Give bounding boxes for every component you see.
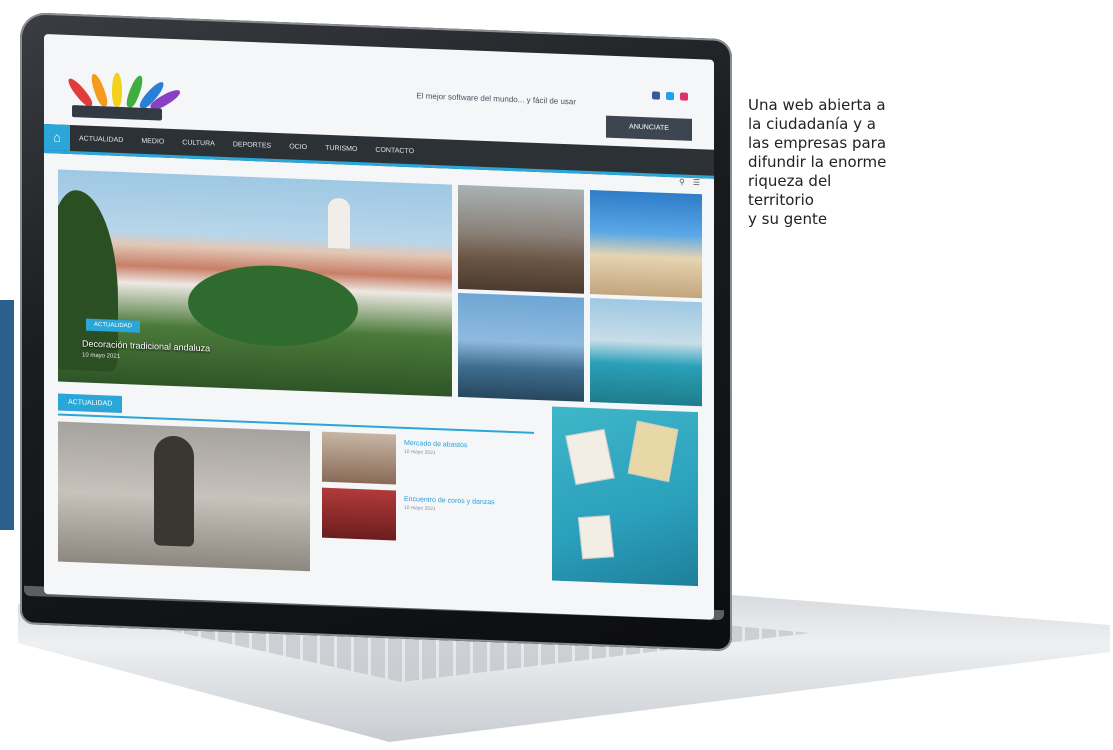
ad-card bbox=[565, 428, 615, 486]
logo-petal bbox=[65, 75, 95, 109]
news-item[interactable]: Encuentro de coros y danzas 10 mayo 2021 bbox=[404, 495, 534, 518]
social-links bbox=[652, 91, 688, 101]
featured-thumb[interactable] bbox=[590, 297, 702, 407]
vintage-photo-article[interactable] bbox=[58, 421, 310, 572]
site-logo[interactable] bbox=[60, 67, 183, 121]
hero-pine bbox=[188, 262, 358, 350]
news-thumb[interactable] bbox=[322, 431, 396, 485]
news-item[interactable]: Mercado de abastos 10 mayo 2021 bbox=[404, 439, 534, 462]
instagram-icon[interactable] bbox=[680, 92, 688, 101]
nav-item[interactable]: TURISMO bbox=[316, 144, 366, 153]
twitter-icon[interactable] bbox=[666, 91, 674, 101]
menu-icon[interactable]: ☰ bbox=[693, 178, 700, 192]
site-tagline: El mejor software del mundo... y fácil d… bbox=[416, 91, 576, 107]
latest-section: Mercado de abastos 10 mayo 2021 Encuentr… bbox=[44, 406, 714, 591]
logo-petal bbox=[112, 72, 122, 107]
nav-item[interactable]: MEDIO bbox=[132, 137, 173, 146]
featured-thumb[interactable] bbox=[458, 292, 584, 402]
nav-item[interactable]: CONTACTO bbox=[366, 146, 423, 155]
featured-thumb[interactable] bbox=[590, 189, 702, 299]
hero-article[interactable]: ACTUALIDAD Decoración tradicional andalu… bbox=[58, 169, 452, 397]
ad-banner[interactable] bbox=[552, 406, 698, 587]
nav-item[interactable]: OCIO bbox=[280, 143, 316, 151]
utility-links[interactable] bbox=[60, 51, 62, 57]
advertise-button[interactable]: ANUNCIATE bbox=[606, 115, 692, 141]
featured-grid: ACTUALIDAD Decoración tradicional andalu… bbox=[44, 169, 714, 409]
section-label[interactable]: ACTUALIDAD bbox=[58, 393, 123, 414]
nav-item[interactable]: ACTUALIDAD bbox=[70, 134, 132, 144]
nav-item[interactable]: DEPORTES bbox=[224, 140, 280, 149]
nav-item[interactable]: CULTURA bbox=[173, 138, 224, 147]
facebook-icon[interactable] bbox=[652, 91, 660, 100]
ad-card bbox=[577, 515, 615, 560]
home-icon[interactable]: ⌂ bbox=[44, 124, 70, 151]
logo-wordmark bbox=[72, 105, 162, 121]
vintage-figure bbox=[154, 435, 194, 547]
search-icon[interactable]: ⚲ bbox=[679, 177, 685, 191]
ad-card bbox=[627, 420, 679, 483]
laptop-screen: El mejor software del mundo... y fácil d… bbox=[44, 34, 714, 620]
featured-thumb[interactable] bbox=[458, 184, 584, 294]
hero-tower bbox=[328, 197, 350, 249]
hero-category-badge[interactable]: ACTUALIDAD bbox=[86, 318, 141, 333]
news-thumb[interactable] bbox=[322, 487, 396, 541]
laptop-illustration: El mejor software del mundo... y fácil d… bbox=[0, 0, 1113, 750]
